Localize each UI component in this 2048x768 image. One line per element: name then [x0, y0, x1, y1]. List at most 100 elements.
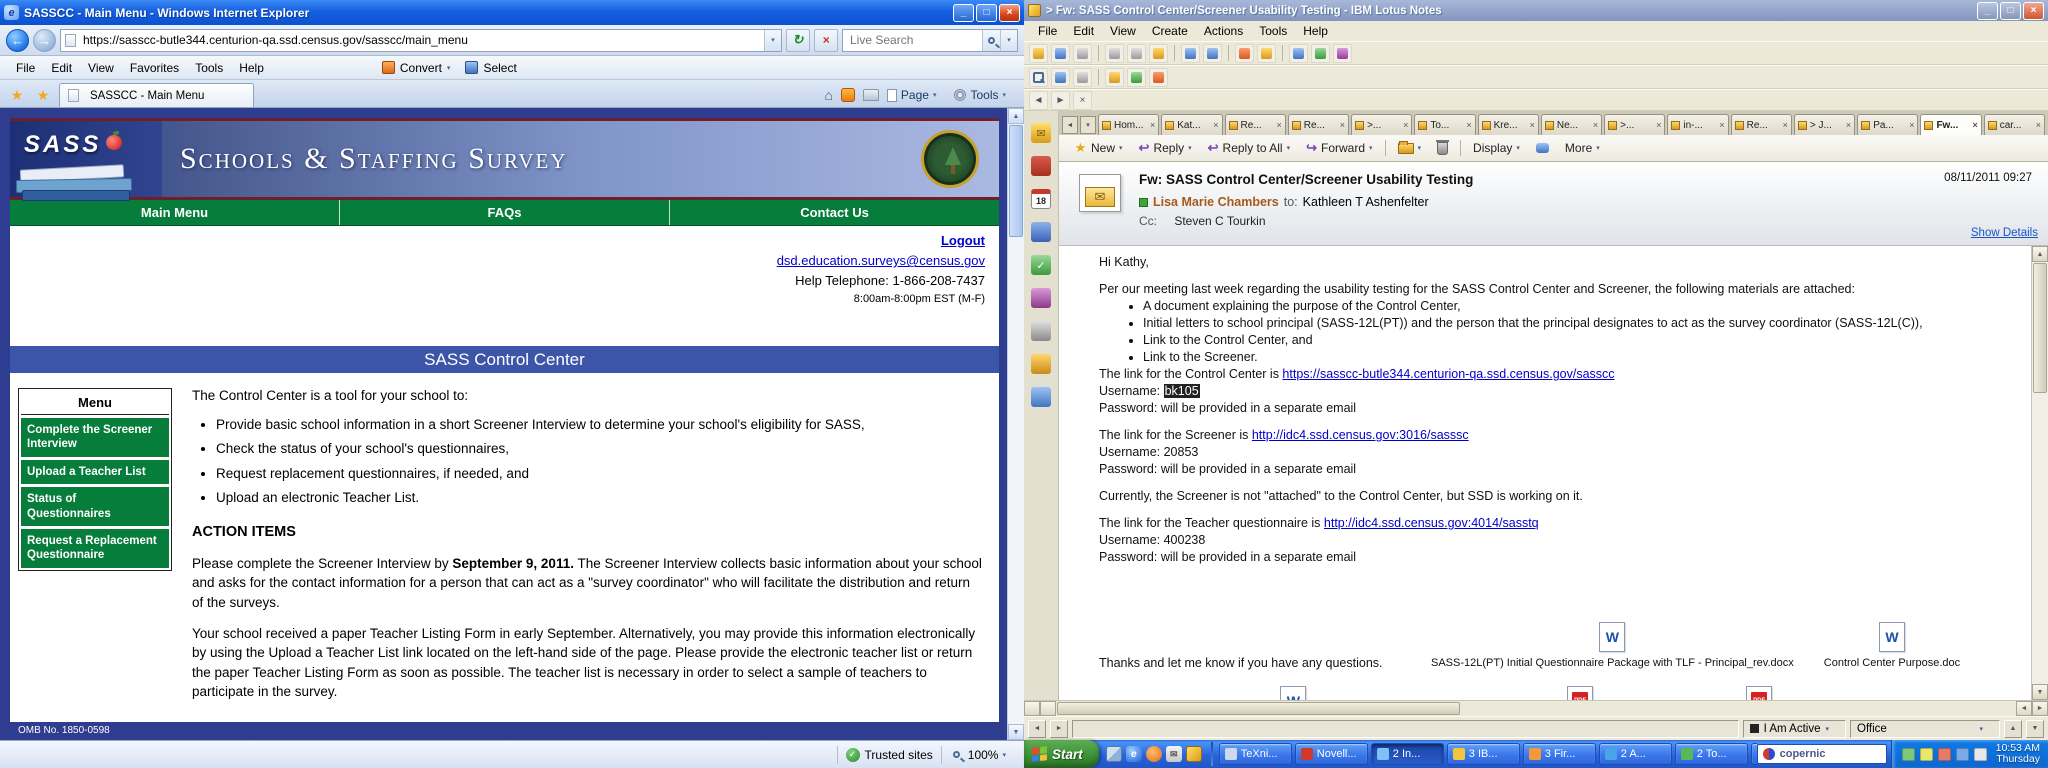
zoom-control[interactable]: 100% ▾	[950, 748, 1016, 762]
select-button[interactable]: Select	[483, 61, 516, 75]
menu-item[interactable]: File	[1030, 22, 1065, 40]
sender-name[interactable]: Lisa Marie Chambers	[1153, 195, 1279, 209]
maximize-button[interactable]: □	[2000, 2, 2021, 20]
tray-update-icon[interactable]	[1920, 748, 1933, 761]
replicator-icon[interactable]	[1031, 156, 1051, 176]
pane-button[interactable]	[1024, 701, 1040, 716]
copy-icon[interactable]	[1127, 44, 1146, 63]
notes-window-tab[interactable]: >... ×	[1351, 114, 1412, 135]
tab-close-icon[interactable]: ×	[1972, 120, 1977, 130]
search-input[interactable]	[848, 32, 982, 48]
open-icon[interactable]	[1029, 44, 1048, 63]
security-zone[interactable]: ✓ Trusted sites	[846, 748, 933, 762]
trash-icon[interactable]	[1031, 321, 1051, 341]
address-input[interactable]	[81, 32, 764, 48]
highlighter-icon[interactable]	[1257, 44, 1276, 63]
tab-close-icon[interactable]: ×	[1593, 120, 1598, 130]
maximize-button[interactable]: □	[976, 4, 997, 22]
tab-close-icon[interactable]: ×	[2036, 120, 2041, 130]
convert-caret-icon[interactable]: ▾	[447, 64, 451, 72]
menu-item[interactable]: Edit	[1065, 22, 1102, 40]
reply-to-all-button[interactable]: ↩Reply to All▾	[1201, 137, 1297, 159]
mail-icon[interactable]: ✉	[1166, 746, 1182, 762]
nav-item[interactable]: Contact Us	[670, 200, 999, 225]
close-button[interactable]: ×	[999, 4, 1020, 22]
search-box[interactable]: ▾	[842, 29, 1018, 52]
scroll-right-icon[interactable]: ►	[2032, 701, 2048, 716]
delete-button[interactable]	[1430, 139, 1455, 158]
refresh-button[interactable]: ↻	[786, 29, 810, 52]
sidebar-menu-item[interactable]: Complete the Screener Interview	[21, 418, 169, 457]
presence-status[interactable]: I Am Active ▾	[1743, 720, 1846, 738]
mail-vertical-scrollbar[interactable]: ▲ ▼	[2031, 246, 2048, 700]
directory-icon[interactable]	[1149, 68, 1168, 87]
favorites-center-icon[interactable]: ★	[4, 84, 30, 107]
taskbar-button[interactable]: Novell...	[1295, 743, 1368, 765]
screener-link[interactable]: http://idc4.ssd.census.gov:3016/sasssc	[1252, 428, 1469, 442]
feeds-icon[interactable]	[841, 88, 855, 102]
recipient-name[interactable]: Kathleen T Ashenfelter	[1303, 195, 1429, 209]
menu-item[interactable]: Help	[1295, 22, 1336, 40]
mail-horizontal-scrollbar[interactable]: ◄ ►	[1024, 700, 2048, 716]
forward-button[interactable]: →	[33, 29, 56, 52]
zoom-in-icon[interactable]	[1051, 68, 1070, 87]
notes-window-tab[interactable]: Hom... ×	[1098, 114, 1159, 135]
menu-item[interactable]: Edit	[43, 59, 80, 77]
nav-stop-icon[interactable]: ×	[1073, 91, 1092, 110]
menu-item[interactable]: Actions	[1196, 22, 1251, 40]
applications-icon[interactable]	[1031, 387, 1051, 407]
location-selector[interactable]: Office ▾	[1850, 720, 2000, 738]
logout-link[interactable]: Logout	[941, 233, 985, 248]
attachment[interactable]: PDF SASS-4B_072811_Draft18.pdf	[1685, 686, 1834, 700]
sidebar-menu-item[interactable]: Upload a Teacher List	[21, 460, 169, 484]
tab-close-icon[interactable]: ×	[1783, 120, 1788, 130]
taskbar-button[interactable]: 2 A...	[1599, 743, 1672, 765]
redo-icon[interactable]	[1203, 44, 1222, 63]
notes-window-tab[interactable]: >... ×	[1604, 114, 1665, 135]
tab-close-icon[interactable]: ×	[1403, 120, 1408, 130]
undo-icon[interactable]	[1181, 44, 1200, 63]
chat-status-icon[interactable]	[1127, 68, 1146, 87]
page-menu-button[interactable]: Page ▾	[887, 88, 947, 102]
page-vertical-scrollbar[interactable]: ▲ ▼	[1007, 108, 1024, 740]
notes-window-tab[interactable]: Pa... ×	[1857, 114, 1918, 135]
tab-list-icon[interactable]: ▾	[1080, 116, 1096, 134]
notes-window-tab[interactable]: Re... ×	[1731, 114, 1792, 135]
menu-item[interactable]: View	[80, 59, 122, 77]
tab-close-icon[interactable]: ×	[1719, 120, 1724, 130]
forward-button[interactable]: ↪Forward▾	[1299, 137, 1379, 159]
attach-icon[interactable]	[1311, 44, 1330, 63]
search-icon[interactable]	[1029, 68, 1048, 87]
copernic-search-box[interactable]: copernic	[1757, 744, 1887, 764]
teacher-questionnaire-link[interactable]: http://idc4.ssd.census.gov:4014/sasstq	[1324, 516, 1539, 530]
nav-back-icon[interactable]: ◄	[1029, 91, 1048, 110]
status-button[interactable]: ▲	[2004, 720, 2022, 738]
status-button[interactable]: ►	[1050, 720, 1068, 738]
back-button[interactable]: ←	[6, 29, 29, 52]
taskbar-button[interactable]: ACS_...	[1751, 743, 1757, 765]
notebook-icon[interactable]	[1031, 288, 1051, 308]
taskbar-button[interactable]: 2 In...	[1371, 743, 1444, 765]
notes-window-tab[interactable]: car... ×	[1984, 114, 2045, 135]
scroll-down-icon[interactable]: ▼	[1008, 724, 1024, 740]
reply-button[interactable]: ↩Reply▾	[1132, 137, 1199, 159]
font-icon[interactable]	[1235, 44, 1254, 63]
tray-antivirus-icon[interactable]	[1902, 748, 1915, 761]
menu-item[interactable]: Help	[231, 59, 272, 77]
display-button[interactable]: Display▾	[1466, 138, 1527, 158]
notes-window-tab[interactable]: Re... ×	[1288, 114, 1349, 135]
taskbar-button[interactable]: 2 To...	[1675, 743, 1748, 765]
attachment[interactable]: PDF SASS-4A_072811_Draft20.pdf	[1506, 686, 1655, 700]
move-to-folder-button[interactable]: ▾	[1391, 140, 1429, 157]
print-icon[interactable]	[1073, 44, 1092, 63]
tab-close-icon[interactable]: ×	[1846, 120, 1851, 130]
nav-forward-icon[interactable]: ►	[1051, 91, 1070, 110]
taskbar-button[interactable]: 3 Fir...	[1523, 743, 1596, 765]
menu-item[interactable]: View	[1102, 22, 1144, 40]
more-button[interactable]: More▾	[1558, 138, 1607, 158]
taskbar-button[interactable]: TeXni...	[1219, 743, 1292, 765]
ie-title-bar[interactable]: e SASSCC - Main Menu - Windows Internet …	[0, 0, 1024, 25]
tab-close-icon[interactable]: ×	[1466, 120, 1471, 130]
nav-item[interactable]: Main Menu	[10, 200, 340, 225]
browser-tab[interactable]: SASSCC - Main Menu	[59, 83, 254, 107]
